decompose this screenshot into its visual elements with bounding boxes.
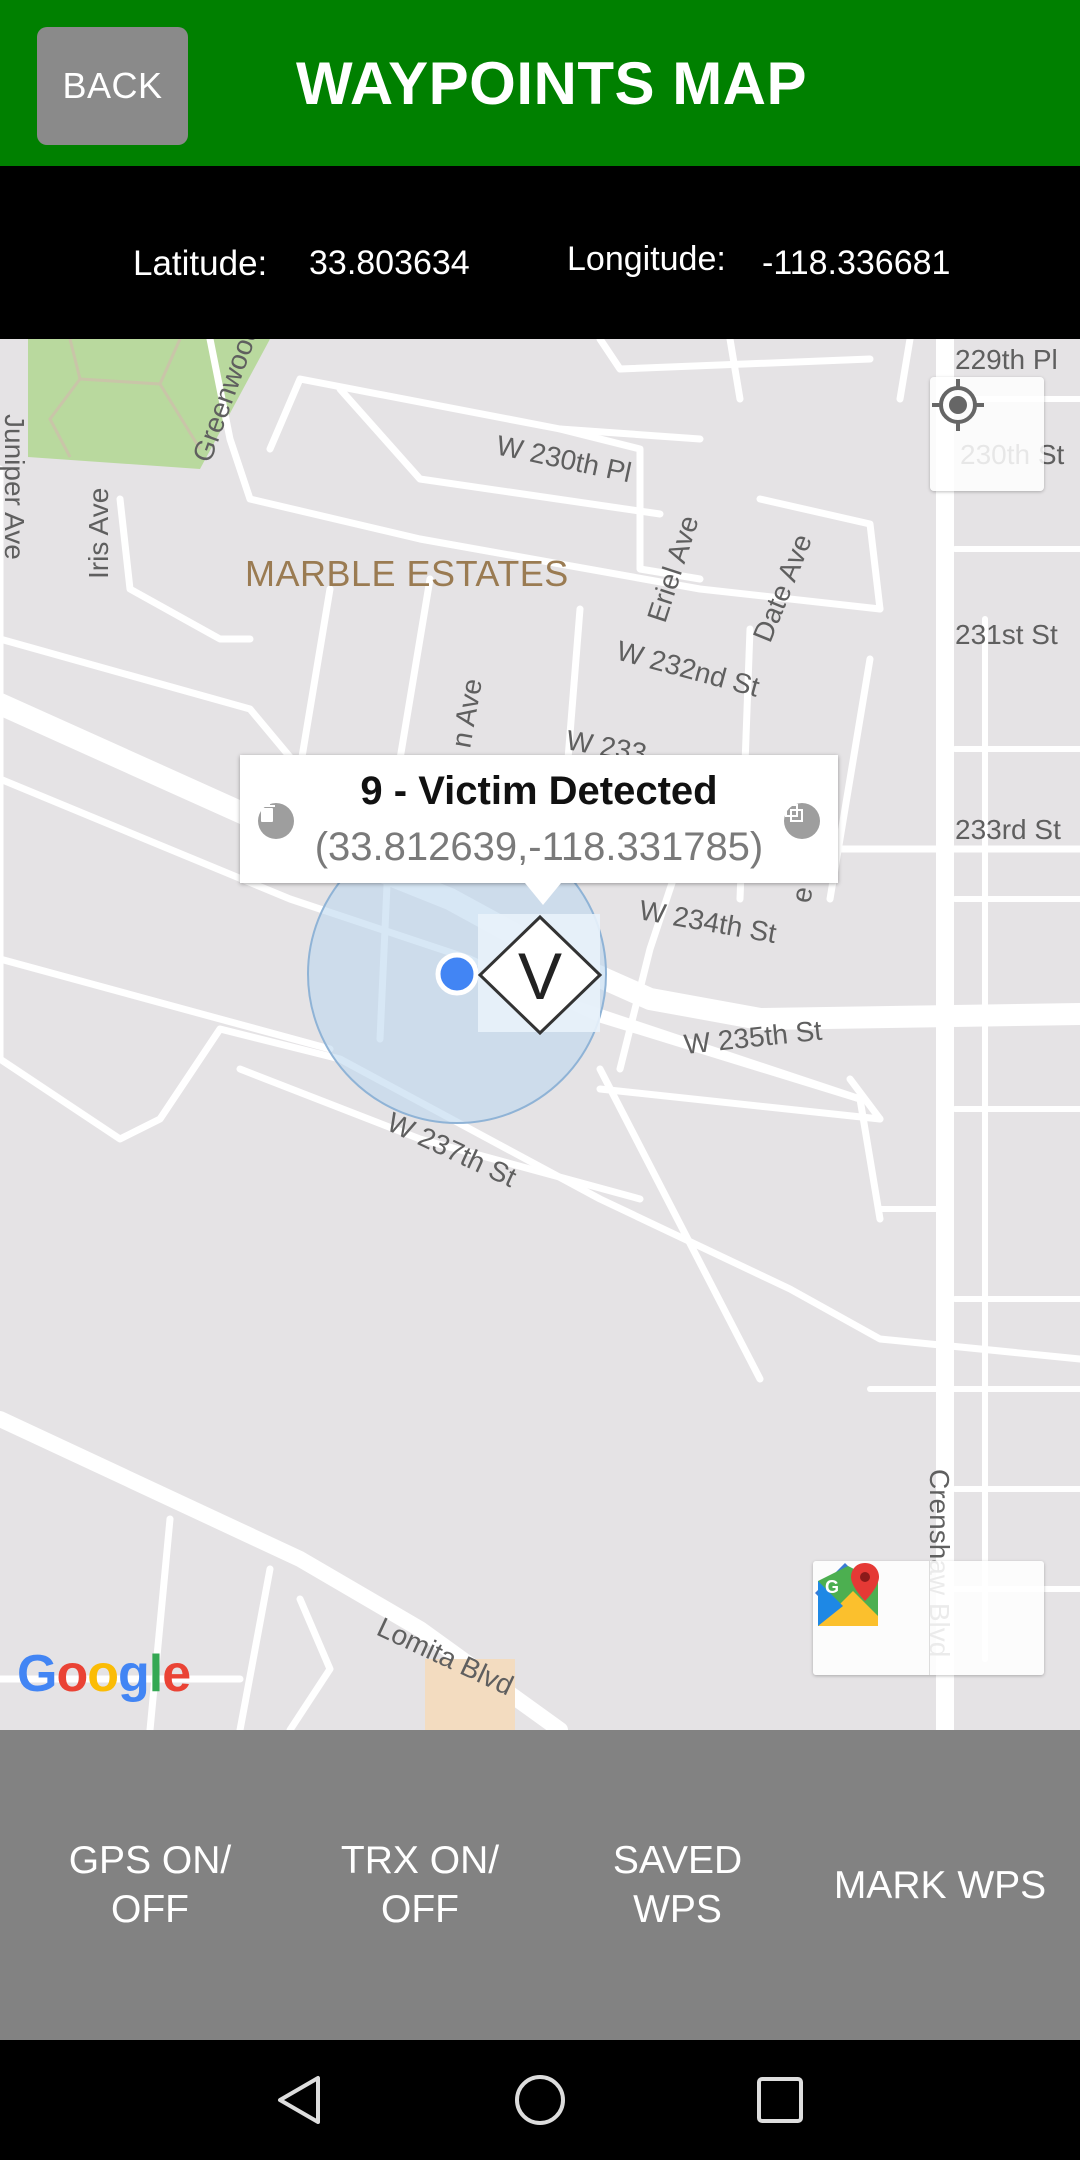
google-logo: Google [17, 1645, 191, 1703]
trx-toggle-button[interactable]: TRX ON/OFF [300, 1730, 540, 2040]
app-bar: BACK WAYPOINTS MAP [0, 0, 1080, 166]
street-label: 229th Pl [955, 344, 1058, 375]
recents-square-icon [757, 2077, 803, 2123]
latitude-label: Latitude: [133, 244, 268, 283]
street-label: W 232nd St [613, 635, 763, 703]
nav-recents-button[interactable] [720, 2040, 840, 2160]
nav-back-button[interactable] [240, 2040, 360, 2160]
copy-icon[interactable] [784, 803, 820, 839]
marker-letter: V [518, 939, 562, 1013]
nav-home-button[interactable] [480, 2040, 600, 2160]
longitude-value: -118.336681 [762, 244, 951, 282]
gps-toggle-button[interactable]: GPS ON/OFF [30, 1730, 270, 2040]
street-label: e [785, 884, 818, 905]
street-label: Iris Ave [83, 488, 114, 579]
page-title: WAYPOINTS MAP [296, 49, 808, 117]
latitude-value: 33.803634 [309, 244, 470, 282]
street-label: 231st St [955, 619, 1058, 650]
system-nav-bar [0, 2040, 1080, 2160]
waypoint-title: 9 - Victim Detected [360, 769, 718, 813]
back-triangle-icon [278, 2076, 320, 2124]
street-label: 233rd St [955, 814, 1061, 845]
action-bar: GPS ON/OFF TRX ON/OFF SAVED WPS MARK WPS [0, 1730, 1080, 2040]
map-canvas: 229th Pl W 230th Pl 230th St Juniper Ave… [0, 339, 1080, 1730]
mark-wps-button[interactable]: MARK WPS [810, 1730, 1070, 2040]
waypoint-coordinates: (33.812639,-118.331785) [314, 825, 764, 869]
saved-wps-button[interactable]: SAVED WPS [570, 1730, 785, 2040]
street-label: Juniper Ave [0, 414, 30, 560]
map-toolbar: G [813, 1561, 1044, 1675]
my-location-icon [932, 379, 984, 431]
neighborhood-label: MARBLE ESTATES [245, 553, 569, 594]
marker-info-window[interactable]: 9 - Victim Detected (33.812639,-118.3317… [240, 755, 838, 905]
coordinates-bar: Latitude: 33.803634 Longitude: -118.3366… [0, 166, 1080, 339]
street-label: Date Ave [747, 530, 818, 647]
home-circle-icon [515, 2075, 565, 2125]
maps-g-letter: G [825, 1577, 839, 1597]
street-label: W 235th St [682, 1015, 823, 1060]
my-location-dot [435, 952, 479, 996]
back-button[interactable]: BACK [37, 27, 188, 145]
waypoint-marker[interactable]: V [477, 914, 603, 1036]
street-label: W 234th St [637, 894, 779, 949]
my-location-button[interactable] [930, 377, 1044, 491]
open-in-google-maps-button[interactable]: G [818, 1561, 1045, 1675]
google-maps-icon: G [818, 1563, 879, 1626]
map-view[interactable]: 229th Pl W 230th Pl 230th St Juniper Ave… [0, 339, 1080, 1730]
longitude-label: Longitude: [567, 240, 726, 278]
street-label: n Ave [445, 676, 488, 750]
street-label: W 230th Pl [494, 430, 634, 489]
